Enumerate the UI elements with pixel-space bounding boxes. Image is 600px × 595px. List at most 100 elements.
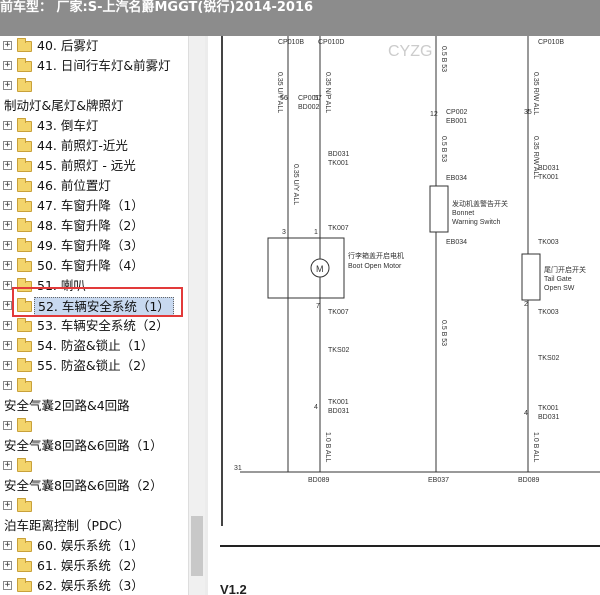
selection-highlight-box [12,287,183,317]
wire-label: 0.5 B 53 [440,136,447,162]
connector-label: BD002 [298,104,320,111]
wire-label: 0.35 R/W ALL [532,136,539,179]
pin-label: 56 [280,95,288,102]
connector-label: TKS02 [328,347,350,354]
folder-icon [17,578,32,592]
component-name-en: Open SW [544,285,575,292]
tree-item[interactable]: +49. 车窗升降（3） [0,236,188,256]
wire-label: 0.35 U/Y ALL [276,72,283,113]
expand-toggle-icon[interactable]: + [3,41,12,50]
tree-item[interactable]: +40. 后雾灯 [0,36,188,56]
connector-label: BD031 [328,151,350,158]
folder-icon [17,538,32,552]
expand-toggle-icon[interactable]: + [3,581,12,590]
tree-item-label: 54. 防盗&锁止（1） [37,338,154,353]
folder-icon [17,498,32,512]
expand-toggle-icon[interactable]: + [3,241,12,250]
component-name-en: Boot Open Motor [348,263,402,270]
folder-icon [17,198,32,212]
tree-item-label: 安全气囊8回路&6回路（2） [4,478,163,493]
tree-vertical-scrollbar[interactable] [188,36,205,595]
tree-item[interactable]: + [0,376,188,396]
wiring-diagram-viewer[interactable]: CYZG CP010B 0.35 U/Y ALL 56 0.35 U/Y ALL… [208,36,600,595]
bus-number: 31 [234,465,242,472]
component-name-en: Warning Switch [452,219,500,226]
expand-toggle-icon[interactable]: + [3,501,12,510]
window-title: 前车型： 厂家:S-上汽名爵MGGT(锐行)2014-2016 [0,0,314,15]
expand-toggle-icon[interactable]: + [3,541,12,550]
tree-item-label: 55. 防盗&锁止（2） [37,358,154,373]
expand-toggle-icon[interactable]: + [3,141,12,150]
expand-toggle-icon[interactable]: + [3,221,12,230]
expand-toggle-icon[interactable]: + [3,461,12,470]
connector-label: CP002 [446,109,468,116]
connector-label: BD031 [538,165,560,172]
connector-label: CP001 [298,95,320,102]
tree-item[interactable]: +54. 防盗&锁止（1） [0,336,188,356]
tree-item[interactable]: 安全气囊8回路&6回路（1） [0,436,188,456]
tree-item[interactable]: 制动灯&尾灯&牌照灯 [0,96,188,116]
wire-column-3: 0.5 B 53 12 CP002 EB001 0.5 B 53 EB034 发… [429,36,508,472]
tree-item-label: 44. 前照灯-近光 [37,138,128,153]
expand-toggle-icon[interactable]: + [3,361,12,370]
tree-item[interactable]: +47. 车窗升降（1） [0,196,188,216]
tree-item[interactable]: +43. 倒车灯 [0,116,188,136]
expand-toggle-icon[interactable]: + [3,181,12,190]
tree-item[interactable]: +50. 车窗升降（4） [0,256,188,276]
tree-item[interactable]: + [0,456,188,476]
tree-item-label: 50. 车窗升降（4） [37,258,144,273]
tree-item[interactable]: 泊车距离控制（PDC） [0,516,188,536]
tree-item[interactable]: 安全气囊2回路&4回路 [0,396,188,416]
tree-item[interactable]: +60. 娱乐系统（1） [0,536,188,556]
tree-item[interactable]: + [0,416,188,436]
expand-toggle-icon[interactable]: + [3,281,12,290]
tree-item[interactable]: +46. 前位置灯 [0,176,188,196]
tree-item[interactable]: +62. 娱乐系统（3） [0,576,188,595]
expand-toggle-icon[interactable]: + [3,421,12,430]
tree-item-label: 48. 车窗升降（2） [37,218,144,233]
wire-column-2: CP010D 0.35 N/P ALL 57 CP001 BD002 BD031… [298,36,350,472]
tree-item[interactable]: +53. 车辆安全系统（2） [0,316,188,336]
wire-label: 1.0 B ALL [324,432,331,462]
tree-item[interactable]: +55. 防盗&锁止（2） [0,356,188,376]
expand-toggle-icon[interactable]: + [3,561,12,570]
expand-toggle-icon[interactable]: + [3,201,12,210]
expand-toggle-icon[interactable]: + [3,341,12,350]
expand-toggle-icon[interactable]: + [3,61,12,70]
connector-label: TK003 [538,239,559,246]
tree-item-label: 47. 车窗升降（1） [37,198,144,213]
scrollbar-thumb[interactable] [191,516,203,576]
connector-label: TKS02 [538,355,560,362]
tree-item[interactable]: +61. 娱乐系统（2） [0,556,188,576]
tree-item[interactable]: +44. 前照灯-近光 [0,136,188,156]
expand-toggle-icon[interactable]: + [3,81,12,90]
tree-item-label: 60. 娱乐系统（1） [37,538,144,553]
tree-item[interactable]: + [0,496,188,516]
expand-toggle-icon[interactable]: + [3,261,12,270]
tree-item[interactable]: +45. 前照灯 - 远光 [0,156,188,176]
folder-icon [17,358,32,372]
folder-icon [17,338,32,352]
tree-item-label: 安全气囊8回路&6回路（1） [4,438,163,453]
ground-label: BD089 [308,477,330,484]
tree-item-label: 40. 后雾灯 [37,38,99,53]
expand-toggle-icon[interactable]: + [3,381,12,390]
tree-item[interactable]: +41. 日间行车灯&前雾灯 [0,56,188,76]
pin-label: 12 [430,111,438,118]
document-version: V1.2 [220,582,247,595]
tree-item[interactable]: +48. 车窗升降（2） [0,216,188,236]
expand-toggle-icon[interactable]: + [3,301,12,310]
pin-label: 4 [524,410,528,417]
connector-label: TK001 [538,405,559,412]
tree-item[interactable]: 安全气囊8回路&6回路（2） [0,476,188,496]
expand-toggle-icon[interactable]: + [3,161,12,170]
folder-icon [17,238,32,252]
expand-toggle-icon[interactable]: + [3,321,12,330]
folder-icon [17,318,32,332]
tree-item[interactable]: + [0,76,188,96]
wiring-diagram: CYZG CP010B 0.35 U/Y ALL 56 0.35 U/Y ALL… [220,36,600,547]
connector-label: CP010B [278,39,304,46]
expand-toggle-icon[interactable]: + [3,121,12,130]
pin-label: 1 [314,229,318,236]
folder-icon [17,218,32,232]
